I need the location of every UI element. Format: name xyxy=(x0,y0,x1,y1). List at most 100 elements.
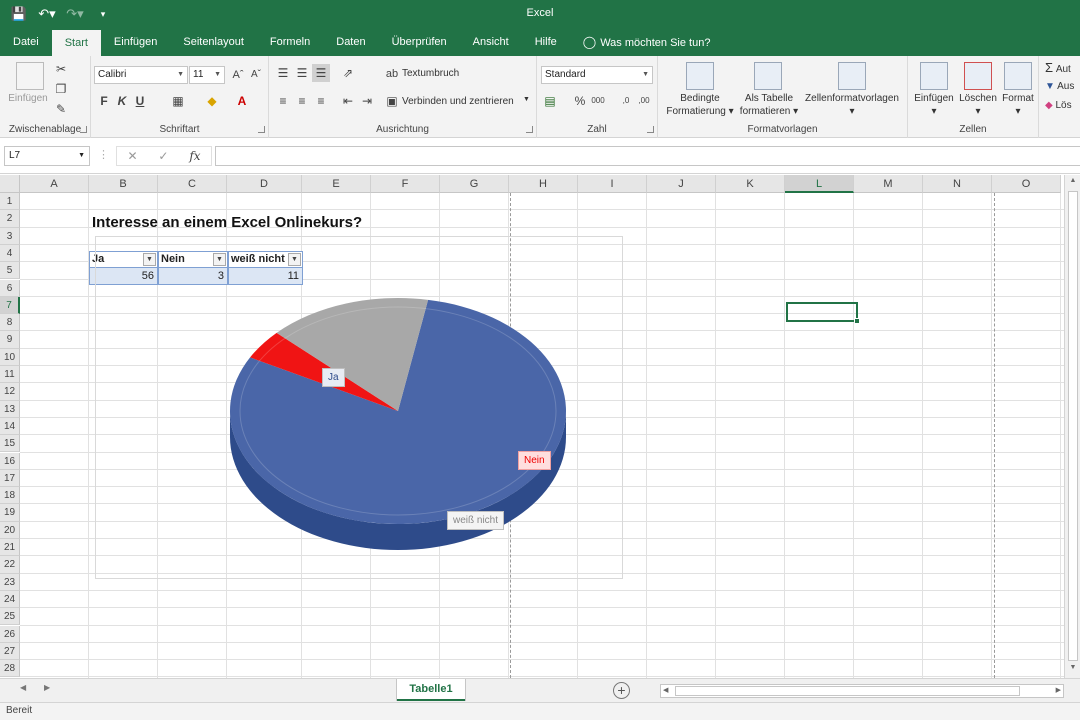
next-sheet-icon[interactable]: ▶ xyxy=(44,683,50,692)
format-as-table-button[interactable]: Als Tabelle formatieren ▾ xyxy=(736,92,802,118)
align-center-icon[interactable]: ≡ xyxy=(293,92,311,110)
tab-home[interactable]: Start xyxy=(51,30,101,56)
align-bottom-icon[interactable]: ☰ xyxy=(312,64,330,82)
row-header-15[interactable]: 15 xyxy=(0,435,20,453)
decrease-decimal-icon[interactable]: ,00 xyxy=(635,92,653,110)
column-header-I[interactable]: I xyxy=(578,175,647,193)
font-size-combo[interactable]: 11 ▼ xyxy=(189,66,225,84)
tell-me-box[interactable]: ◯ Was möchten Sie tun? xyxy=(570,28,724,56)
bold-button[interactable]: F xyxy=(95,92,113,110)
column-header-L[interactable]: L xyxy=(785,175,854,193)
insert-cells-button[interactable]: Einfügen ▾ xyxy=(910,92,958,118)
clear-button[interactable]: ◆ Lös xyxy=(1045,100,1072,111)
currency-icon[interactable]: ▤ xyxy=(541,92,559,110)
cell-styles-button[interactable]: Zellenformatvorlagen ▾ xyxy=(802,92,902,118)
chevron-down-icon[interactable]: ▼ xyxy=(523,96,530,103)
tab-view[interactable]: Ansicht xyxy=(460,28,522,56)
horizontal-scroll-thumb[interactable] xyxy=(675,686,1020,696)
insert-function-icon[interactable]: fx xyxy=(189,149,200,163)
font-color-icon[interactable]: A xyxy=(233,92,251,110)
row-header-28[interactable]: 28 xyxy=(0,660,20,678)
row-header-23[interactable]: 23 xyxy=(0,573,20,591)
column-header-O[interactable]: O xyxy=(992,175,1061,193)
italic-button[interactable]: K xyxy=(113,92,131,110)
sheet-title-cell[interactable]: Interesse an einem Excel Onlinekurs? xyxy=(92,214,362,231)
cancel-icon[interactable]: ✕ xyxy=(127,149,137,163)
row-header-3[interactable]: 3 xyxy=(0,227,20,245)
column-header-N[interactable]: N xyxy=(923,175,992,193)
column-header-J[interactable]: J xyxy=(647,175,716,193)
align-left-icon[interactable]: ≡ xyxy=(274,92,292,110)
row-header-16[interactable]: 16 xyxy=(0,452,20,470)
active-cell-L7[interactable] xyxy=(786,302,860,324)
orientation-icon[interactable]: ⇗ xyxy=(339,64,357,82)
column-header-F[interactable]: F xyxy=(371,175,440,193)
decrease-indent-icon[interactable]: ⇤ xyxy=(339,92,357,110)
vertical-scroll-thumb[interactable] xyxy=(1068,191,1078,661)
scroll-down-icon[interactable]: ▼ xyxy=(1065,664,1080,671)
add-sheet-icon[interactable]: + xyxy=(613,682,630,699)
enter-icon[interactable]: ✓ xyxy=(158,149,168,163)
pie-label-nein[interactable]: Nein xyxy=(518,451,551,470)
wrap-text-button[interactable]: Textumbruch xyxy=(402,68,459,79)
row-header-17[interactable]: 17 xyxy=(0,469,20,488)
percent-button[interactable]: % xyxy=(571,92,589,110)
row-header-9[interactable]: 9 xyxy=(0,331,20,349)
row-header-6[interactable]: 6 xyxy=(0,279,20,297)
row-header-8[interactable]: 8 xyxy=(0,314,20,332)
row-header-18[interactable]: 18 xyxy=(0,487,20,505)
tab-help[interactable]: Hilfe xyxy=(522,28,570,56)
column-header-M[interactable]: M xyxy=(854,175,923,193)
clipboard-launcher-icon[interactable] xyxy=(80,126,87,133)
tab-formulas[interactable]: Formeln xyxy=(257,28,323,56)
scroll-right-icon[interactable]: ▶ xyxy=(1056,686,1061,694)
shrink-font-icon[interactable]: Aˇ xyxy=(247,66,265,84)
scroll-up-icon[interactable]: ▲ xyxy=(1065,177,1080,184)
autosum-button[interactable]: Σ Aut xyxy=(1045,60,1071,75)
column-header-K[interactable]: K xyxy=(716,175,785,193)
underline-button[interactable]: U xyxy=(131,92,149,110)
worksheet-grid[interactable]: A B C D E F G H I J K L M N O 1 2 3 4 5 6 7 8 9 10 11 12 13 14 15 16 17… xyxy=(0,175,1064,678)
row-header-20[interactable]: 20 xyxy=(0,521,20,539)
scroll-left-icon[interactable]: ◀ xyxy=(663,686,668,694)
font-launcher-icon[interactable] xyxy=(258,126,265,133)
column-header-E[interactable]: E xyxy=(302,175,371,193)
pie-label-weiss-nicht[interactable]: weiß nicht xyxy=(447,511,505,530)
tab-insert[interactable]: Einfügen xyxy=(101,28,170,56)
horizontal-scrollbar[interactable]: ◀ ▶ xyxy=(660,684,1064,698)
column-header-D[interactable]: D xyxy=(227,175,302,193)
column-header-A[interactable]: A xyxy=(20,175,89,193)
row-header-13[interactable]: 13 xyxy=(0,400,20,418)
row-header-22[interactable]: 22 xyxy=(0,556,20,574)
pie-label-ja[interactable]: Ja xyxy=(322,368,345,387)
row-header-12[interactable]: 12 xyxy=(0,383,20,401)
vertical-scrollbar[interactable]: ▲ ▼ xyxy=(1064,175,1080,678)
merge-center-button[interactable]: Verbinden und zentrieren xyxy=(402,96,514,107)
tab-review[interactable]: Überprüfen xyxy=(379,28,460,56)
thousands-button[interactable]: 000 xyxy=(589,92,607,110)
chart-area[interactable] xyxy=(95,236,623,579)
row-header-14[interactable]: 14 xyxy=(0,417,20,436)
row-header-4[interactable]: 4 xyxy=(0,244,20,263)
column-header-H[interactable]: H xyxy=(509,175,578,193)
conditional-formatting-button[interactable]: Bedingte Formatierung ▾ xyxy=(662,92,738,118)
fill-color-icon[interactable]: ◆ xyxy=(203,92,221,110)
paste-icon[interactable] xyxy=(16,62,44,90)
format-painter-icon[interactable]: ✎ xyxy=(52,100,70,118)
prev-sheet-icon[interactable]: ◀ xyxy=(20,683,26,692)
cut-icon[interactable]: ✂ xyxy=(52,60,70,78)
number-launcher-icon[interactable] xyxy=(647,126,654,133)
align-right-icon[interactable]: ≡ xyxy=(312,92,330,110)
font-name-combo[interactable]: Calibri ▼ xyxy=(94,66,188,84)
sheet-tab-tabelle1[interactable]: Tabelle1 xyxy=(397,679,465,701)
column-header-B[interactable]: B xyxy=(89,175,158,193)
align-top-icon[interactable]: ☰ xyxy=(274,64,292,82)
row-header-26[interactable]: 26 xyxy=(0,625,20,643)
row-header-19[interactable]: 19 xyxy=(0,504,20,522)
row-header-27[interactable]: 27 xyxy=(0,642,20,661)
row-header-21[interactable]: 21 xyxy=(0,539,20,557)
copy-icon[interactable]: ❐ xyxy=(52,80,70,98)
row-header-2[interactable]: 2 xyxy=(0,210,20,228)
increase-decimal-icon[interactable]: ,0 xyxy=(617,92,635,110)
alignment-launcher-icon[interactable] xyxy=(526,126,533,133)
